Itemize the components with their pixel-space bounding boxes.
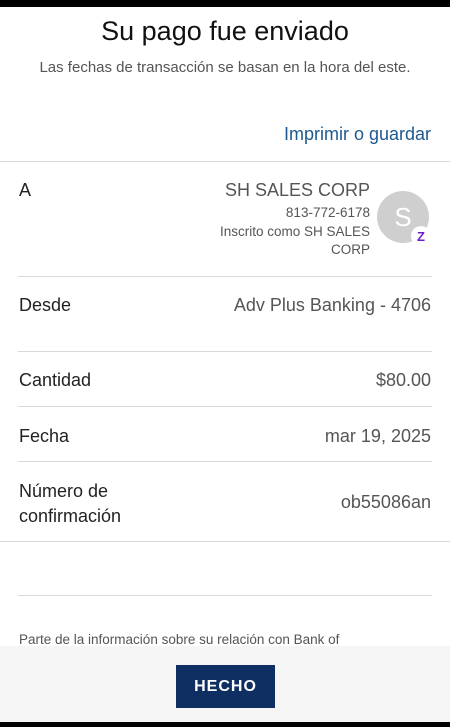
- divider: [18, 351, 432, 352]
- payment-sent-screen: Su pago fue enviado Las fechas de transa…: [0, 0, 450, 727]
- confirmation-label-line2: confirmación: [19, 506, 122, 526]
- divider: [18, 595, 432, 596]
- divider: [18, 276, 432, 277]
- done-button[interactable]: HECHO: [176, 665, 275, 708]
- recipient-label: A: [19, 180, 32, 200]
- recipient-enrolled-line1: Inscrito como SH SALES: [219, 224, 370, 239]
- divider: [18, 406, 432, 407]
- navigation-bar: [0, 722, 450, 727]
- divider: [0, 541, 450, 542]
- divider: [18, 461, 432, 462]
- from-label: Desde: [19, 295, 72, 315]
- avatar-initial: S: [394, 201, 412, 232]
- confirmation-label-line1: Número de: [19, 481, 109, 501]
- confirmation-number-value: ob55086an: [340, 492, 431, 512]
- page-title: Su pago fue enviado: [101, 16, 349, 46]
- page-subtitle: Las fechas de transacción se basan en la…: [39, 59, 411, 76]
- amount-label: Cantidad: [19, 370, 92, 390]
- recipient-enrolled-line2: CORP: [330, 242, 370, 257]
- zelle-icon: Z: [411, 226, 431, 246]
- amount-value: $80.00: [375, 370, 431, 390]
- zelle-badge-letter: Z: [417, 228, 425, 244]
- recipient-name: SH SALES CORP: [224, 180, 370, 200]
- divider: [0, 161, 450, 162]
- date-value: mar 19, 2025: [324, 426, 431, 446]
- disclaimer-text: Parte de la información sobre su relació…: [19, 632, 340, 647]
- recipient-info: SH SALES CORP 813-772-6178 Inscrito como…: [140, 179, 370, 259]
- recipient-phone: 813-772-6178: [285, 205, 370, 220]
- status-bar: [0, 0, 450, 7]
- date-label: Fecha: [19, 426, 70, 446]
- print-or-save-link[interactable]: Imprimir o guardar: [284, 124, 431, 145]
- from-account-value: Adv Plus Banking - 4706: [233, 295, 431, 315]
